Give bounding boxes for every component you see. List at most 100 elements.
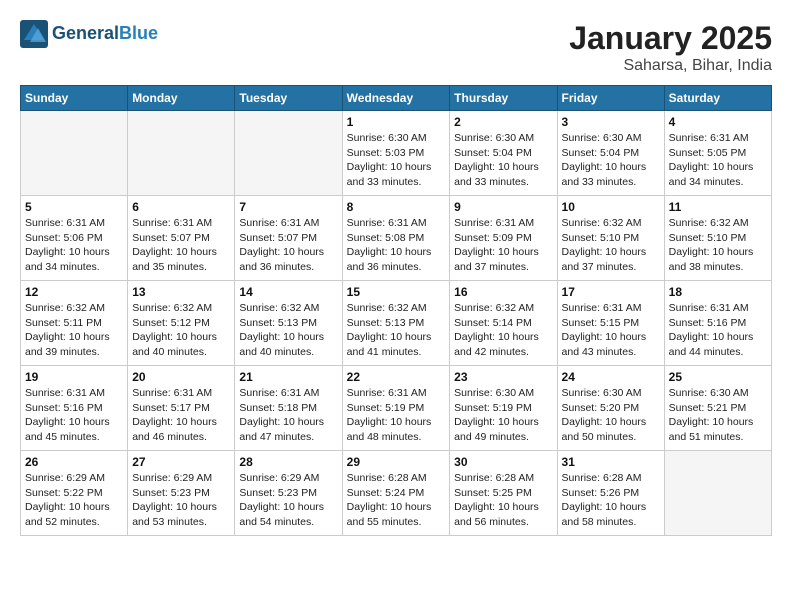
calendar-cell: 22 Sunrise: 6:31 AM Sunset: 5:19 PM Dayli… <box>342 366 450 451</box>
day-number: 15 <box>347 285 446 299</box>
calendar-cell: 24 Sunrise: 6:30 AM Sunset: 5:20 PM Dayli… <box>557 366 664 451</box>
day-info: Sunrise: 6:31 AM Sunset: 5:08 PM Dayligh… <box>347 216 446 275</box>
calendar-cell: 20 Sunrise: 6:31 AM Sunset: 5:17 PM Dayli… <box>128 366 235 451</box>
weekday-header-monday: Monday <box>128 86 235 111</box>
day-info: Sunrise: 6:31 AM Sunset: 5:06 PM Dayligh… <box>25 216 123 275</box>
calendar-cell: 25 Sunrise: 6:30 AM Sunset: 5:21 PM Dayli… <box>664 366 771 451</box>
day-info: Sunrise: 6:28 AM Sunset: 5:26 PM Dayligh… <box>562 471 660 530</box>
calendar-cell: 18 Sunrise: 6:31 AM Sunset: 5:16 PM Dayli… <box>664 281 771 366</box>
week-row-5: 26 Sunrise: 6:29 AM Sunset: 5:22 PM Dayli… <box>21 451 772 536</box>
week-row-3: 12Sunrise: 6:32 AM Sunset: 5:11 PM Dayli… <box>21 281 772 366</box>
day-number: 31 <box>562 455 660 469</box>
calendar-cell: 9 Sunrise: 6:31 AM Sunset: 5:09 PM Daylig… <box>450 196 557 281</box>
day-info: Sunrise: 6:30 AM Sunset: 5:04 PM Dayligh… <box>562 131 660 190</box>
day-number: 29 <box>347 455 446 469</box>
day-info: Sunrise: 6:30 AM Sunset: 5:20 PM Dayligh… <box>562 386 660 445</box>
day-number: 25 <box>669 370 767 384</box>
calendar-cell: 16Sunrise: 6:32 AM Sunset: 5:14 PM Dayli… <box>450 281 557 366</box>
calendar-cell: 5 Sunrise: 6:31 AM Sunset: 5:06 PM Daylig… <box>21 196 128 281</box>
day-number: 18 <box>669 285 767 299</box>
day-info: Sunrise: 6:29 AM Sunset: 5:23 PM Dayligh… <box>239 471 337 530</box>
day-info: Sunrise: 6:31 AM Sunset: 5:07 PM Dayligh… <box>239 216 337 275</box>
calendar-cell: 27Sunrise: 6:29 AM Sunset: 5:23 PM Dayli… <box>128 451 235 536</box>
calendar-cell: 3 Sunrise: 6:30 AM Sunset: 5:04 PM Daylig… <box>557 111 664 196</box>
day-info: Sunrise: 6:31 AM Sunset: 5:19 PM Dayligh… <box>347 386 446 445</box>
day-number: 22 <box>347 370 446 384</box>
calendar-cell: 19 Sunrise: 6:31 AM Sunset: 5:16 PM Dayli… <box>21 366 128 451</box>
day-number: 8 <box>347 200 446 214</box>
day-info: Sunrise: 6:31 AM Sunset: 5:16 PM Dayligh… <box>669 301 767 360</box>
day-info: Sunrise: 6:28 AM Sunset: 5:24 PM Dayligh… <box>347 471 446 530</box>
day-info: Sunrise: 6:30 AM Sunset: 5:19 PM Dayligh… <box>454 386 552 445</box>
day-info: Sunrise: 6:31 AM Sunset: 5:07 PM Dayligh… <box>132 216 230 275</box>
day-number: 13 <box>132 285 230 299</box>
day-number: 3 <box>562 115 660 129</box>
day-number: 5 <box>25 200 123 214</box>
calendar-table: SundayMondayTuesdayWednesdayThursdayFrid… <box>20 85 772 536</box>
day-number: 20 <box>132 370 230 384</box>
day-number: 21 <box>239 370 337 384</box>
weekday-header-row: SundayMondayTuesdayWednesdayThursdayFrid… <box>21 86 772 111</box>
calendar-cell <box>21 111 128 196</box>
day-info: Sunrise: 6:31 AM Sunset: 5:05 PM Dayligh… <box>669 131 767 190</box>
calendar-cell: 29 Sunrise: 6:28 AM Sunset: 5:24 PM Dayli… <box>342 451 450 536</box>
day-info: Sunrise: 6:31 AM Sunset: 5:17 PM Dayligh… <box>132 386 230 445</box>
day-info: Sunrise: 6:32 AM Sunset: 5:13 PM Dayligh… <box>347 301 446 360</box>
day-number: 17 <box>562 285 660 299</box>
day-info: Sunrise: 6:29 AM Sunset: 5:22 PM Dayligh… <box>25 471 123 530</box>
weekday-header-wednesday: Wednesday <box>342 86 450 111</box>
calendar-cell <box>664 451 771 536</box>
day-number: 19 <box>25 370 123 384</box>
logo-icon <box>20 20 48 48</box>
calendar-cell: 2 Sunrise: 6:30 AM Sunset: 5:04 PM Daylig… <box>450 111 557 196</box>
day-number: 24 <box>562 370 660 384</box>
weekday-header-thursday: Thursday <box>450 86 557 111</box>
day-info: Sunrise: 6:31 AM Sunset: 5:09 PM Dayligh… <box>454 216 552 275</box>
calendar-cell: 14 Sunrise: 6:32 AM Sunset: 5:13 PM Dayli… <box>235 281 342 366</box>
calendar-cell: 28 Sunrise: 6:29 AM Sunset: 5:23 PM Dayli… <box>235 451 342 536</box>
calendar-cell: 30Sunrise: 6:28 AM Sunset: 5:25 PM Dayli… <box>450 451 557 536</box>
calendar-cell: 10 Sunrise: 6:32 AM Sunset: 5:10 PM Dayli… <box>557 196 664 281</box>
day-number: 11 <box>669 200 767 214</box>
calendar-cell: 11 Sunrise: 6:32 AM Sunset: 5:10 PM Dayli… <box>664 196 771 281</box>
weekday-header-tuesday: Tuesday <box>235 86 342 111</box>
day-info: Sunrise: 6:32 AM Sunset: 5:10 PM Dayligh… <box>669 216 767 275</box>
day-info: Sunrise: 6:32 AM Sunset: 5:14 PM Dayligh… <box>454 301 552 360</box>
day-number: 2 <box>454 115 552 129</box>
calendar-cell: 4 Sunrise: 6:31 AM Sunset: 5:05 PM Daylig… <box>664 111 771 196</box>
day-number: 6 <box>132 200 230 214</box>
weekday-header-sunday: Sunday <box>21 86 128 111</box>
day-number: 28 <box>239 455 337 469</box>
calendar-cell: 15 Sunrise: 6:32 AM Sunset: 5:13 PM Dayli… <box>342 281 450 366</box>
calendar-cell: 31 Sunrise: 6:28 AM Sunset: 5:26 PM Dayli… <box>557 451 664 536</box>
day-info: Sunrise: 6:31 AM Sunset: 5:18 PM Dayligh… <box>239 386 337 445</box>
logo: GeneralBlue <box>20 20 158 48</box>
day-number: 1 <box>347 115 446 129</box>
day-info: Sunrise: 6:30 AM Sunset: 5:21 PM Dayligh… <box>669 386 767 445</box>
calendar-cell: 8 Sunrise: 6:31 AM Sunset: 5:08 PM Daylig… <box>342 196 450 281</box>
day-number: 14 <box>239 285 337 299</box>
day-number: 26 <box>25 455 123 469</box>
day-number: 4 <box>669 115 767 129</box>
calendar-cell: 26 Sunrise: 6:29 AM Sunset: 5:22 PM Dayli… <box>21 451 128 536</box>
calendar-cell: 17Sunrise: 6:31 AM Sunset: 5:15 PM Dayli… <box>557 281 664 366</box>
day-number: 9 <box>454 200 552 214</box>
week-row-1: 1Sunrise: 6:30 AM Sunset: 5:03 PM Daylig… <box>21 111 772 196</box>
calendar-cell: 23 Sunrise: 6:30 AM Sunset: 5:19 PM Dayli… <box>450 366 557 451</box>
calendar-cell: 21 Sunrise: 6:31 AM Sunset: 5:18 PM Dayli… <box>235 366 342 451</box>
calendar-cell: 6 Sunrise: 6:31 AM Sunset: 5:07 PM Daylig… <box>128 196 235 281</box>
day-number: 30 <box>454 455 552 469</box>
location-title: Saharsa, Bihar, India <box>569 57 772 75</box>
day-number: 23 <box>454 370 552 384</box>
day-info: Sunrise: 6:32 AM Sunset: 5:13 PM Dayligh… <box>239 301 337 360</box>
day-info: Sunrise: 6:31 AM Sunset: 5:16 PM Dayligh… <box>25 386 123 445</box>
day-number: 27 <box>132 455 230 469</box>
day-number: 10 <box>562 200 660 214</box>
calendar-cell: 13Sunrise: 6:32 AM Sunset: 5:12 PM Dayli… <box>128 281 235 366</box>
page-header: GeneralBlue January 2025 Saharsa, Bihar,… <box>20 20 772 75</box>
day-info: Sunrise: 6:32 AM Sunset: 5:10 PM Dayligh… <box>562 216 660 275</box>
day-info: Sunrise: 6:30 AM Sunset: 5:04 PM Dayligh… <box>454 131 552 190</box>
weekday-header-saturday: Saturday <box>664 86 771 111</box>
weekday-header-friday: Friday <box>557 86 664 111</box>
calendar-cell <box>128 111 235 196</box>
